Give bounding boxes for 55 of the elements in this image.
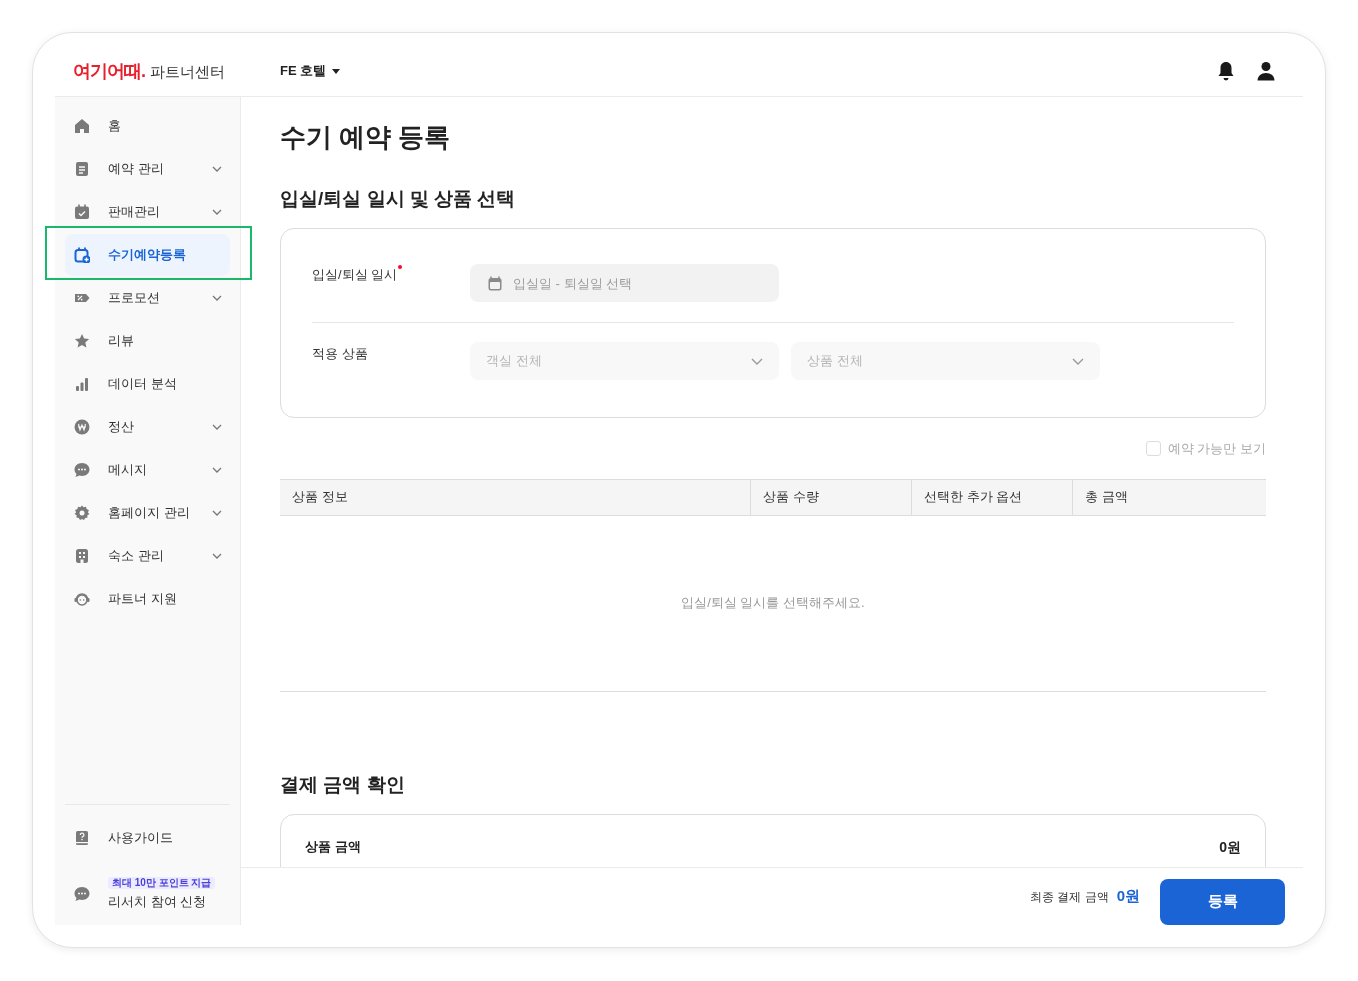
logo[interactable]: 여기어때.	[73, 57, 145, 85]
settings-icon	[74, 505, 90, 521]
submit-button[interactable]: 등록	[1160, 878, 1285, 925]
notification-bell-icon[interactable]	[1217, 61, 1235, 81]
home-icon	[74, 118, 90, 134]
sidebar-item[interactable]: 파트너 지원	[65, 578, 230, 620]
sidebar-item[interactable]: 데이터 분석	[65, 363, 230, 405]
sidebar-item[interactable]: 정산	[65, 406, 230, 448]
select-placeholder: 상품 전체	[807, 352, 863, 371]
sidebar-item[interactable]: 리뷰	[65, 320, 230, 362]
guide-book-icon	[74, 830, 90, 846]
page-title: 수기 예약 등록	[280, 121, 452, 154]
total-amount: 0원	[1116, 886, 1140, 907]
empty-message: 입실/퇴실 일시를 선택해주세요.	[681, 594, 865, 613]
calendar-plus-icon	[74, 247, 90, 263]
column-header: 상품 수량	[750, 479, 911, 515]
column-header: 총 금액	[1072, 479, 1266, 515]
checkbox[interactable]	[1145, 441, 1161, 457]
chevron-down-icon	[751, 357, 763, 365]
sidebar-item[interactable]: 메시지	[65, 449, 230, 491]
field-label: 입실/퇴실 일시	[312, 266, 398, 284]
caret-icon	[332, 68, 341, 74]
logo-subtitle: 파트너센터	[150, 61, 225, 82]
column-header: 상품 정보	[291, 488, 349, 507]
headset-icon	[74, 591, 90, 607]
sidebar-item[interactable]: 숙소 관리	[65, 535, 230, 577]
amount-label: 상품 금액	[305, 838, 361, 857]
sidebar-item[interactable]: 사용가이드	[65, 817, 230, 859]
sidebar-item[interactable]: 프로모션	[65, 277, 230, 319]
document-icon	[74, 161, 90, 177]
sidebar-item[interactable]: 최대 10만 포인트 지급 리서치 참여 신청	[65, 873, 230, 915]
user-icon[interactable]	[1257, 61, 1275, 81]
field-label: 적용 상품	[312, 345, 369, 363]
sidebar-item[interactable]: 판매관리	[65, 191, 230, 233]
column-header: 선택한 추가 옵션	[911, 479, 1072, 515]
total-label: 최종 결제 금액	[1030, 888, 1109, 906]
amount-value: 0원	[1219, 837, 1241, 857]
sidebar-item[interactable]: 예약 관리	[65, 148, 230, 190]
sidebar-item[interactable]: 홈	[65, 105, 230, 147]
chat-bubble-icon	[74, 886, 90, 902]
section-title: 결제 금액 확인	[280, 772, 406, 797]
date-range-field[interactable]: 입실일 - 퇴실일 선택	[470, 264, 779, 302]
section-title: 입실/퇴실 일시 및 상품 선택	[280, 187, 517, 211]
calendar-check-icon	[74, 204, 90, 220]
chat-bubble-icon	[74, 462, 90, 478]
won-coin-icon	[74, 419, 90, 435]
star-icon	[74, 333, 90, 349]
badge: 최대 10만 포인트 지급	[108, 876, 216, 889]
select-placeholder: 객실 전체	[486, 352, 542, 371]
sidebar-item[interactable]: 홈페이지 관리	[65, 492, 230, 534]
chevron-down-icon	[1072, 357, 1084, 365]
sidebar-item[interactable]: 수기예약등록	[65, 234, 230, 276]
building-icon	[74, 548, 90, 564]
bar-chart-icon	[74, 376, 90, 392]
property-dropdown[interactable]: FE 호텔	[280, 61, 341, 81]
